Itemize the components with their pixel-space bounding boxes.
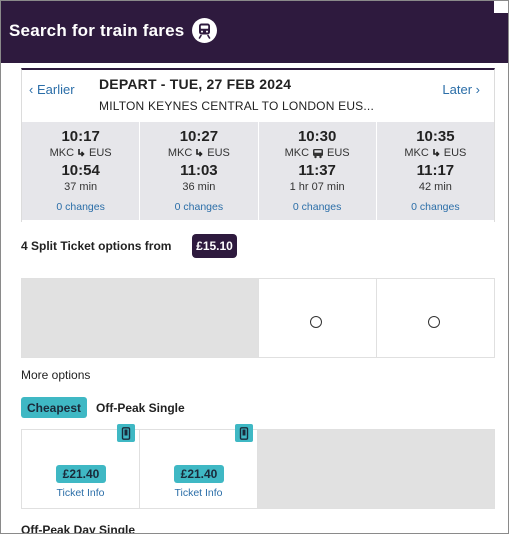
depart-time: 10:17 xyxy=(61,128,100,145)
down-arrow-icon xyxy=(78,148,85,157)
time-option[interactable]: 10:30 MKC EUS 11:37 1 hr 07 min 0 change… xyxy=(259,122,377,220)
duration: 1 hr 07 min xyxy=(289,181,345,193)
from-code: MKC xyxy=(404,147,429,159)
page-title: Search for train fares xyxy=(9,21,185,40)
option-cell[interactable] xyxy=(376,279,494,357)
journey-card: ‹ Earlier DEPART - TUE, 27 FEB 2024 MILT… xyxy=(21,68,495,222)
changes-link[interactable]: 0 changes xyxy=(259,201,376,213)
station-codes: MKC EUS xyxy=(22,147,139,159)
fare-price[interactable]: £21.40 xyxy=(174,465,224,483)
arrive-time: 11:17 xyxy=(416,162,455,179)
depart-time: 10:27 xyxy=(179,128,219,145)
station-codes: MKC EUS xyxy=(377,147,494,159)
down-arrow-icon xyxy=(196,148,203,157)
to-code: EUS xyxy=(207,147,230,159)
station-codes: MKC EUS xyxy=(140,147,257,159)
depart-time: 10:35 xyxy=(416,128,455,145)
ticket-info-link[interactable]: Ticket Info xyxy=(140,487,257,499)
duration: 42 min xyxy=(418,181,452,193)
cheapest-badge: Cheapest xyxy=(21,397,87,418)
split-options-row xyxy=(21,278,495,358)
radio-button[interactable] xyxy=(310,316,322,328)
arrive-time: 11:03 xyxy=(180,162,218,179)
scrollbar-stub xyxy=(494,1,508,13)
mobile-ticket-icon xyxy=(235,424,253,442)
more-options-label: More options xyxy=(21,368,91,382)
from-code: MKC xyxy=(167,147,193,159)
chevron-right-icon: › xyxy=(475,82,480,97)
journey-nav: ‹ Earlier DEPART - TUE, 27 FEB 2024 MILT… xyxy=(22,70,494,122)
fare-cell[interactable]: £21.40 Ticket Info xyxy=(22,424,140,508)
header-bar: Search for train fares xyxy=(1,1,508,63)
section-title: Off-Peak Day Single xyxy=(21,523,136,534)
changes-link[interactable]: 0 changes xyxy=(140,201,257,213)
from-code: MKC xyxy=(284,147,310,159)
to-code: EUS xyxy=(327,147,350,159)
station-codes: MKC EUS xyxy=(259,147,376,159)
option-cell[interactable] xyxy=(258,279,376,357)
depart-time: 10:30 xyxy=(297,128,337,145)
earlier-label: Earlier xyxy=(36,82,75,97)
departure-times: 10:17 MKC EUS 10:54 37 min 0 changes 10:… xyxy=(22,122,494,220)
arrive-time: 10:54 xyxy=(61,162,100,179)
ticket-type-label: Off-Peak Single xyxy=(96,401,185,415)
later-button[interactable]: Later › xyxy=(442,82,480,97)
mobile-ticket-icon xyxy=(117,424,135,442)
to-code: EUS xyxy=(89,147,112,159)
bus-icon xyxy=(313,148,324,158)
option-placeholder xyxy=(22,279,258,357)
earlier-button[interactable]: ‹ Earlier xyxy=(29,82,75,97)
fare-price[interactable]: £21.40 xyxy=(56,465,106,483)
time-option[interactable]: 10:35 MKC EUS 11:17 42 min 0 changes xyxy=(377,122,494,220)
fares-row: £21.40 Ticket Info £21.40 Ticket Info xyxy=(21,424,495,509)
fare-placeholder xyxy=(258,430,494,508)
chevron-left-icon: ‹ xyxy=(29,82,34,97)
depart-heading: DEPART - TUE, 27 FEB 2024 xyxy=(99,76,292,92)
route-text: MILTON KEYNES CENTRAL TO LONDON EUS... xyxy=(99,99,374,113)
changes-link[interactable]: 0 changes xyxy=(22,201,139,213)
time-option[interactable]: 10:27 MKC EUS 11:03 36 min 0 changes xyxy=(140,122,259,220)
train-icon xyxy=(192,18,217,43)
fare-cell[interactable]: £21.40 Ticket Info xyxy=(140,424,258,508)
ticket-info-link[interactable]: Ticket Info xyxy=(22,487,139,499)
arrive-time: 11:37 xyxy=(298,162,336,179)
app-frame: Search for train fares ‹ Earlier DEPART … xyxy=(0,0,509,534)
to-code: EUS xyxy=(443,147,467,159)
radio-button[interactable] xyxy=(428,316,440,328)
split-ticket-price-button[interactable]: £15.10 xyxy=(192,234,237,258)
changes-link[interactable]: 0 changes xyxy=(377,201,494,213)
later-label: Later xyxy=(442,82,473,97)
split-ticket-label: 4 Split Ticket options from xyxy=(21,239,172,253)
duration: 36 min xyxy=(182,181,216,193)
duration: 37 min xyxy=(64,181,98,193)
time-option[interactable]: 10:17 MKC EUS 10:54 37 min 0 changes xyxy=(22,122,141,220)
from-code: MKC xyxy=(49,147,75,159)
down-arrow-icon xyxy=(432,148,440,157)
